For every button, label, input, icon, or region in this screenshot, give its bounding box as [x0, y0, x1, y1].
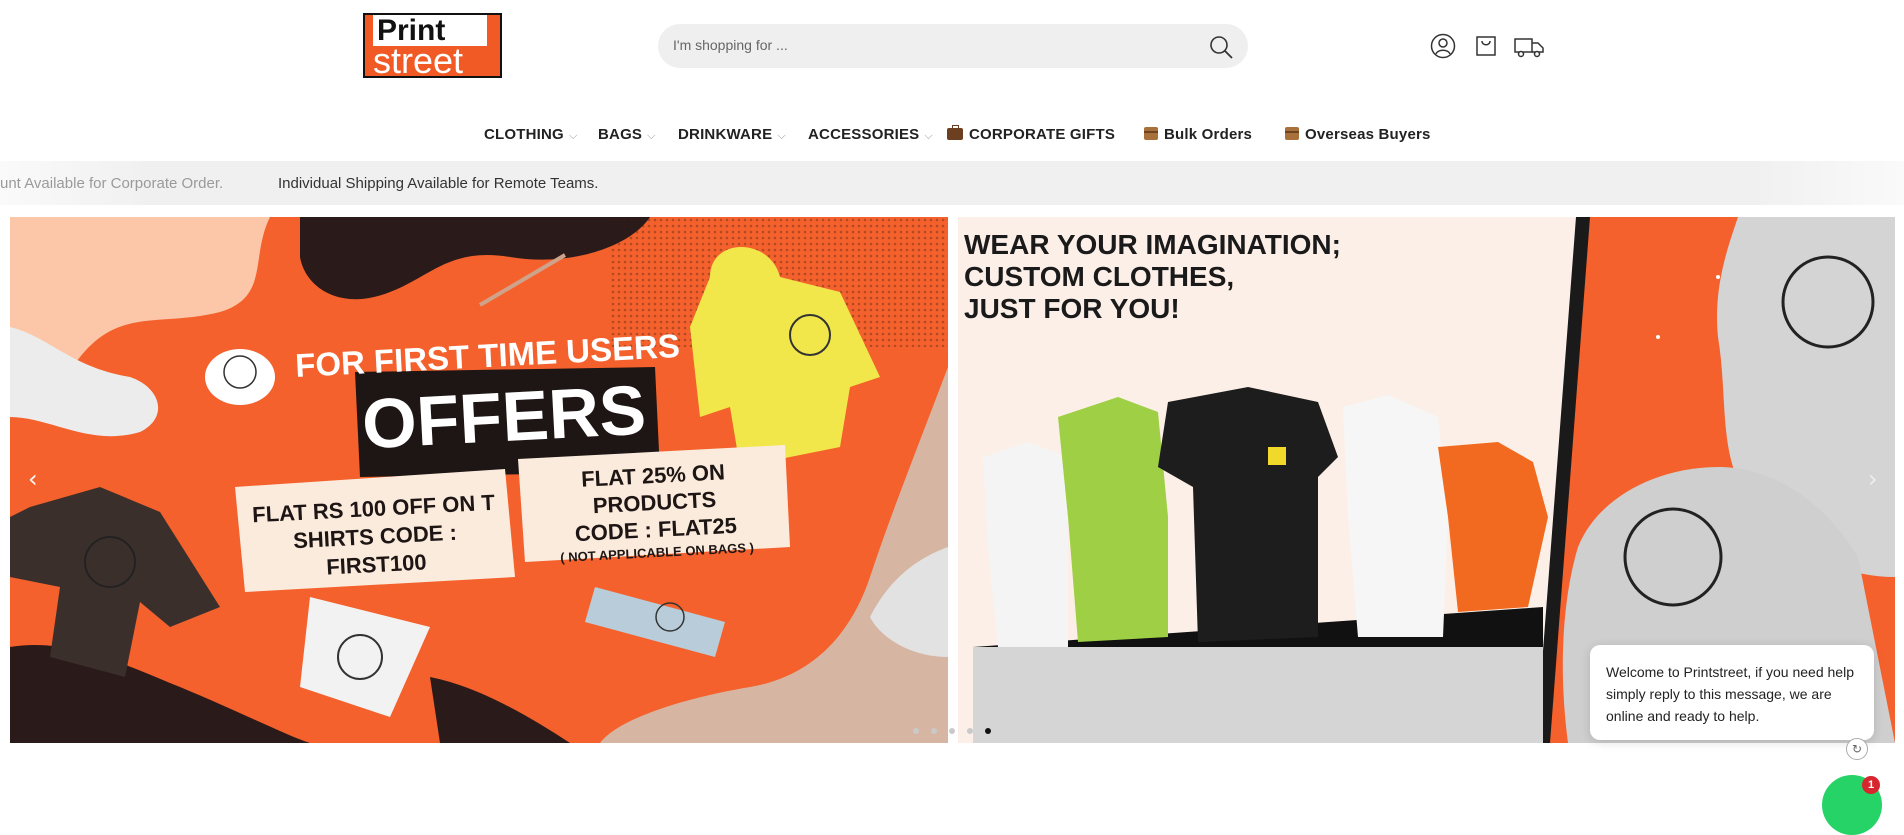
search-bar[interactable]: I'm shopping for ...	[658, 24, 1248, 68]
chat-popup[interactable]: Welcome to Printstreet, if you need help…	[1590, 645, 1874, 740]
slider-dot[interactable]	[949, 728, 955, 734]
nav-item-corporate-gifts[interactable]: CORPORATE GIFTS	[947, 125, 1116, 143]
package-icon	[1285, 127, 1299, 140]
chat-close-icon[interactable]: ↻	[1846, 738, 1868, 760]
package-icon	[1144, 127, 1158, 140]
slide1-title: OFFERS	[360, 370, 648, 464]
cart-icon[interactable]	[1472, 32, 1500, 60]
slider-dot-active[interactable]	[985, 728, 991, 734]
slide2-line2: CUSTOM CLOTHES,	[964, 261, 1235, 292]
nav-item-label: Overseas Buyers	[1305, 126, 1431, 143]
marquee-text: Individual Shipping Available for Remote…	[278, 175, 599, 192]
chat-notification-badge: 1	[1862, 776, 1880, 794]
slide2-line1: WEAR YOUR IMAGINATION;	[964, 229, 1341, 260]
nav-item-label: DRINKWARE	[678, 126, 773, 143]
chevron-down-icon: ⌵	[647, 130, 656, 142]
slide-offers-art	[10, 217, 948, 743]
nav-item-bags[interactable]: BAGS ⌵	[598, 126, 656, 143]
chevron-down-icon: ⌵	[924, 130, 933, 142]
nav-item-label: BAGS	[598, 126, 643, 143]
nav-item-label: CLOTHING	[484, 126, 564, 143]
delivery-truck-icon[interactable]	[1513, 32, 1545, 60]
search-input[interactable]: I'm shopping for ...	[673, 37, 788, 53]
announcement-marquee: unt Available for Corporate Order. Indiv…	[0, 161, 1904, 205]
offer-card-tshirts: FLAT RS 100 OFF ON T SHIRTS CODE : FIRST…	[251, 489, 496, 580]
nav-item-overseas-buyers[interactable]: Overseas Buyers	[1285, 126, 1431, 143]
slide2-line3: JUST FOR YOU!	[964, 293, 1180, 324]
search-icon[interactable]	[1208, 34, 1234, 60]
chat-message: Welcome to Printstreet, if you need help…	[1606, 664, 1854, 724]
logo[interactable]: Print street	[363, 13, 502, 78]
account-icon[interactable]	[1429, 32, 1457, 60]
nav-item-label: CORPORATE GIFTS	[969, 126, 1116, 143]
slider-dot[interactable]	[967, 728, 973, 734]
slider-dot[interactable]	[913, 728, 919, 734]
nav-item-bulk-orders[interactable]: Bulk Orders	[1144, 126, 1252, 143]
chevron-down-icon: ⌵	[568, 130, 578, 142]
briefcase-icon	[947, 125, 963, 140]
slider-dot[interactable]	[931, 728, 937, 734]
nav-item-label: ACCESSORIES	[808, 126, 920, 143]
nav-item-accessories[interactable]: ACCESSORIES ⌵	[808, 126, 933, 143]
slide2-headline: WEAR YOUR IMAGINATION; CUSTOM CLOTHES, J…	[964, 229, 1341, 325]
chevron-left-icon[interactable]: ‹	[28, 465, 38, 493]
nav-item-label: Bulk Orders	[1164, 126, 1253, 143]
slide-offers[interactable]: FOR FIRST TIME USERS OFFERS FLAT RS 100 …	[10, 217, 948, 743]
nav-item-drinkware[interactable]: DRINKWARE ⌵	[678, 126, 786, 143]
logo-line-2: street	[373, 40, 464, 78]
chevron-right-icon[interactable]: ›	[1868, 465, 1878, 493]
main-nav: CLOTHING ⌵ BAGS ⌵ DRINKWARE ⌵ ACCESSORIES ⌵ …	[0, 125, 1904, 146]
offer-card-products: FLAT 25% ON PRODUCTS CODE : FLAT25 ( NOT…	[523, 455, 788, 569]
chevron-down-icon: ⌵	[777, 130, 786, 142]
marquee-text: unt Available for Corporate Order.	[0, 175, 224, 192]
nav-item-clothing[interactable]: CLOTHING ⌵	[484, 126, 577, 143]
